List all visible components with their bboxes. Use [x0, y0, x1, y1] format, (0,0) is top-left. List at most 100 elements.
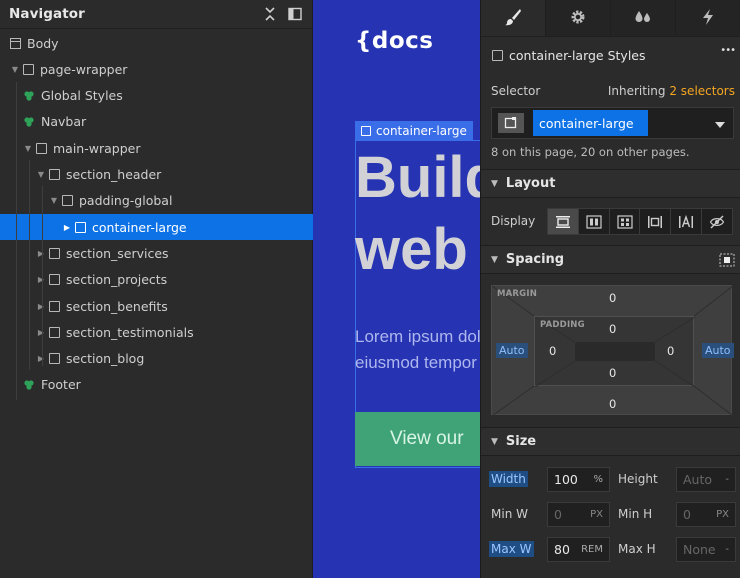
margin-bottom-value[interactable]: 0 [609, 397, 616, 411]
navigator-item-label: Global Styles [41, 88, 123, 104]
more-options-icon[interactable]: ••• [720, 45, 736, 56]
navigator-item-label: section_blog [66, 351, 145, 367]
layout-section-header[interactable]: ▼ Layout [481, 169, 740, 198]
display-block-button[interactable] [548, 209, 579, 234]
navigator-item-label: page-wrapper [40, 61, 128, 77]
div-block-icon [49, 247, 60, 259]
max-height-value: None [683, 542, 716, 557]
min-height-unit[interactable]: PX [716, 509, 729, 520]
hero-paragraph-line-1: Lorem ipsum dolor [355, 327, 480, 346]
navigator-item[interactable]: ▶ section_testimonials [0, 319, 313, 345]
navigator-item[interactable]: ▶ section_blog [0, 346, 313, 372]
hero-heading[interactable]: Build web [355, 142, 480, 286]
symbol-icon [24, 380, 34, 390]
navigator-item[interactable]: ▼ section_header [0, 162, 313, 188]
hero-paragraph[interactable]: Lorem ipsum dolor eiusmod tempor [355, 324, 480, 376]
height-field[interactable]: Auto - [676, 467, 736, 492]
navigator-item[interactable]: ▶ section_services [0, 240, 313, 266]
display-grid-button[interactable] [610, 209, 641, 234]
selector-field[interactable]: container-large [491, 107, 734, 139]
tab-interactions[interactable] [676, 0, 740, 36]
padding-left-value[interactable]: 0 [549, 344, 556, 358]
min-height-field[interactable]: 0 PX [676, 502, 736, 527]
content-box [575, 342, 655, 361]
navigator-item-label: main-wrapper [53, 140, 141, 156]
collapse-all-icon[interactable] [262, 6, 278, 22]
tree-guide-line [42, 186, 43, 366]
caret-down-icon: ▼ [491, 254, 498, 265]
min-width-field[interactable]: 0 PX [547, 502, 610, 527]
navigator-item[interactable]: ▶ container-large [0, 214, 313, 241]
expand-arrow-right-icon[interactable]: ▶ [36, 301, 46, 311]
navigator-item-label: Navbar [41, 114, 87, 130]
caret-down-icon: ▼ [491, 178, 498, 189]
padding-bottom-value[interactable]: 0 [609, 366, 616, 380]
navigator-item[interactable]: ▼ main-wrapper [0, 135, 313, 161]
chevron-down-icon[interactable] [715, 118, 725, 132]
spacing-section-header[interactable]: ▼ Spacing [481, 245, 740, 274]
expand-arrow-right-icon[interactable]: ▶ [36, 248, 46, 258]
bolt-icon [700, 8, 716, 29]
tab-style[interactable] [481, 0, 546, 36]
expand-arrow-right-icon[interactable]: ▶ [62, 222, 72, 232]
expand-arrow-down-icon[interactable]: ▼ [36, 170, 46, 180]
navigator-item[interactable]: Navbar [0, 109, 313, 135]
site-logo: {docs [355, 28, 434, 54]
inheriting-info: Inheriting 2 selectors [608, 84, 735, 98]
spacing-editor: MARGIN 0 0 Auto Auto PADDING 0 0 0 0 [491, 285, 734, 416]
div-block-icon [62, 195, 73, 207]
navigator-item[interactable]: ▶ section_benefits [0, 293, 313, 319]
spacing-preset-icon[interactable] [719, 253, 735, 270]
navigator-item-label: section_benefits [66, 298, 168, 314]
navigator-item[interactable]: Footer [0, 372, 313, 398]
expand-arrow-down-icon[interactable]: ▼ [10, 64, 20, 74]
layout-title: Layout [505, 176, 556, 191]
div-block-icon [361, 125, 371, 136]
display-none-button[interactable] [702, 209, 732, 234]
margin-right-value[interactable]: Auto [702, 343, 734, 358]
padding-top-value[interactable]: 0 [609, 322, 616, 336]
navigator-item[interactable]: ▼ padding-global [0, 188, 313, 214]
expand-arrow-right-icon[interactable]: ▶ [36, 354, 46, 364]
margin-left-value[interactable]: Auto [496, 343, 528, 358]
selected-element-tag[interactable]: container-large [355, 121, 473, 140]
display-inline-button[interactable] [671, 209, 703, 234]
width-field[interactable]: 100 % [547, 467, 610, 492]
max-width-field[interactable]: 80 REM [547, 537, 610, 562]
navigator-item[interactable]: ▼ page-wrapper [0, 56, 313, 82]
display-inline-block-button[interactable] [640, 209, 672, 234]
min-height-label: Min H [618, 507, 653, 521]
navigator-actions [262, 6, 303, 22]
style-panel: container-large Styles ••• Selector Inhe… [480, 0, 740, 578]
expand-arrow-down-icon[interactable]: ▼ [49, 196, 59, 206]
design-canvas[interactable]: {docs container-large Build web Lorem ip… [313, 0, 480, 578]
div-block-icon [49, 169, 60, 180]
inheriting-selectors-link[interactable]: 2 selectors [669, 84, 735, 98]
max-height-field[interactable]: None - [676, 537, 736, 562]
expand-arrow-down-icon[interactable]: ▼ [23, 143, 33, 153]
max-height-unit[interactable]: - [725, 544, 729, 555]
dock-panel-icon[interactable] [287, 6, 303, 22]
navigator-item[interactable]: ▶ section_projects [0, 267, 313, 293]
width-label: Width [489, 471, 528, 487]
navigator-item[interactable]: Body [0, 30, 313, 56]
display-flex-button[interactable] [579, 209, 610, 234]
selector-row: Selector Inheriting 2 selectors [481, 82, 740, 100]
expand-arrow-right-icon[interactable]: ▶ [36, 275, 46, 285]
selector-chip[interactable]: container-large [533, 110, 648, 136]
min-width-unit[interactable]: PX [590, 509, 603, 520]
navigator-item[interactable]: Global Styles [0, 83, 313, 109]
padding-right-value[interactable]: 0 [667, 344, 674, 358]
div-block-icon [49, 300, 60, 312]
size-section-header[interactable]: ▼ Size [481, 427, 740, 456]
tab-settings[interactable] [546, 0, 611, 36]
margin-top-value[interactable]: 0 [609, 291, 616, 305]
width-unit[interactable]: % [593, 474, 603, 485]
navigator-item-label: Body [27, 35, 59, 51]
max-width-unit[interactable]: REM [581, 544, 603, 555]
hero-cta-button[interactable]: View our [355, 412, 480, 466]
expand-arrow-right-icon[interactable]: ▶ [36, 327, 46, 337]
height-unit[interactable]: - [725, 474, 729, 485]
selector-state-icon[interactable] [498, 113, 524, 133]
tab-style-manager[interactable] [611, 0, 676, 36]
